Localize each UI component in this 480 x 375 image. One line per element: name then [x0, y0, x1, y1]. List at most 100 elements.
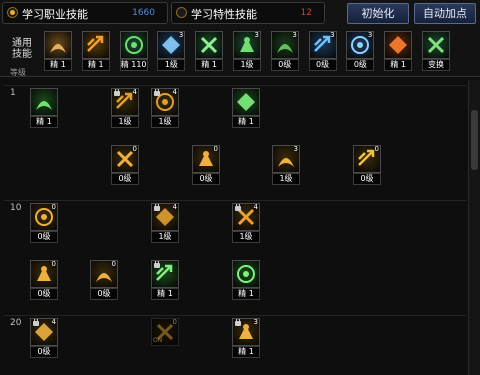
- gold-claw-icon[interactable]: 0: [30, 203, 58, 231]
- gold-wave-icon[interactable]: 3: [272, 145, 300, 173]
- gold-ring-icon[interactable]: 4: [151, 203, 179, 231]
- skill-level: 精 1: [195, 59, 224, 71]
- skill-slot[interactable]: 0 0级: [30, 260, 58, 300]
- skill-slot[interactable]: ON 0: [151, 318, 179, 358]
- skill-sp-cost: 0: [213, 145, 218, 153]
- skill-slot[interactable]: 精 1: [30, 88, 58, 128]
- lock-icon: [154, 204, 160, 211]
- skill-level: 0级: [30, 288, 58, 300]
- skill-slot[interactable]: 4 1级: [151, 203, 179, 243]
- gold-pillar-icon[interactable]: 4: [30, 318, 58, 346]
- green-aura-icon[interactable]: 3: [270, 31, 299, 59]
- reset-button[interactable]: 初始化: [347, 3, 409, 24]
- skill-slot[interactable]: 3 精 1: [232, 318, 260, 358]
- skill-level: 0级: [270, 59, 299, 71]
- skill-slot[interactable]: 0 0级: [111, 145, 139, 185]
- green-swap-icon[interactable]: [422, 31, 450, 59]
- tab-job-skills[interactable]: 学习职业技能 1660: [2, 2, 168, 24]
- skill-slot[interactable]: 3 0级: [308, 31, 337, 71]
- gold-slash-icon[interactable]: 4: [151, 88, 179, 116]
- blue-figure-icon[interactable]: 3: [346, 31, 375, 59]
- skill-level: 0级: [192, 173, 220, 185]
- green-kick-icon[interactable]: [232, 88, 260, 116]
- skill-sp-cost: 4: [253, 203, 258, 211]
- skill-level: 精 1: [30, 116, 58, 128]
- grab-hand-icon[interactable]: [30, 88, 58, 116]
- skill-slot[interactable]: 0 0级: [30, 203, 58, 243]
- skill-level: 1级: [111, 116, 139, 128]
- gold-spin-icon[interactable]: ON 0: [151, 318, 179, 346]
- skill-slot[interactable]: 0 0级: [192, 145, 220, 185]
- tab-trait-skills[interactable]: 学习特性技能 12: [171, 2, 325, 24]
- skill-tree: 1 10 20 精 1 4 1级 4 1级精 1 0 0级 0 0级 3 1级 0 0级 0 0级 4 1级 4 1…: [0, 80, 468, 375]
- skill-level: 1级: [151, 231, 179, 243]
- skill-slot[interactable]: 精 110: [119, 31, 148, 71]
- skill-slot[interactable]: 4 0级: [30, 318, 58, 358]
- skill-slot[interactable]: 4 1级: [151, 88, 179, 128]
- skill-slot[interactable]: 精 1: [151, 260, 179, 300]
- gold-flame-icon[interactable]: 4: [232, 203, 260, 231]
- skill-slot[interactable]: 精 1: [232, 260, 260, 300]
- green-runner-icon[interactable]: [195, 31, 224, 59]
- skill-level: 精 1: [44, 59, 72, 71]
- skill-sp-cost: 3: [293, 145, 298, 153]
- gold-dash-icon[interactable]: 0: [90, 260, 118, 288]
- gold-cross-shield-icon[interactable]: 0: [353, 145, 381, 173]
- fire-burst-icon[interactable]: [384, 31, 413, 59]
- blue-shield-icon[interactable]: 3: [308, 31, 337, 59]
- skill-sp-cost: 0: [51, 203, 56, 211]
- green-tree-icon[interactable]: [232, 260, 260, 288]
- radio-unselected-icon[interactable]: [176, 7, 187, 18]
- skill-level: 1级: [151, 116, 179, 128]
- skill-level: 精 1: [151, 288, 179, 300]
- skill-level: 1级: [232, 231, 260, 243]
- green-blade-icon[interactable]: [151, 260, 179, 288]
- blue-wings-icon[interactable]: 3: [157, 31, 186, 59]
- skill-slot[interactable]: 3 1级: [157, 31, 186, 71]
- skill-slot[interactable]: 4 1级: [111, 88, 139, 128]
- radio-selected-icon[interactable]: [7, 7, 18, 18]
- skill-sp-cost: 0: [172, 318, 177, 326]
- skill-slot[interactable]: 4 1级: [232, 203, 260, 243]
- flame-figure-icon[interactable]: [81, 31, 110, 59]
- skill-slot[interactable]: 精 1: [195, 31, 224, 71]
- skill-level: 0级: [30, 346, 58, 358]
- skill-level: 精 1: [81, 59, 110, 71]
- skill-slot[interactable]: 0 0级: [353, 145, 381, 185]
- skill-level: 0级: [346, 59, 375, 71]
- skill-level: 1级: [157, 59, 186, 71]
- skill-slot[interactable]: 精 1: [81, 31, 110, 71]
- skill-slot[interactable]: 0 0级: [90, 260, 118, 300]
- skill-slot[interactable]: 变换: [422, 31, 450, 71]
- scrollbar[interactable]: [468, 80, 480, 375]
- skill-slot[interactable]: 3 1级: [233, 31, 261, 71]
- skill-slot[interactable]: 精 1: [232, 88, 260, 128]
- lock-icon: [154, 261, 160, 268]
- green-arrows-icon[interactable]: [119, 31, 148, 59]
- skill-sp-cost: 0: [132, 145, 137, 153]
- skill-level: 0级: [90, 288, 118, 300]
- skill-level: 0级: [30, 231, 58, 243]
- tab-label: 学习职业技能: [22, 8, 88, 21]
- scroll-thumb[interactable]: [471, 110, 478, 170]
- gold-figure-icon[interactable]: 3: [232, 318, 260, 346]
- green-target-icon[interactable]: 3: [233, 31, 261, 59]
- gold-burst-icon[interactable]: 0: [111, 145, 139, 173]
- skill-sp-cost: 4: [132, 88, 137, 96]
- gold-arrows-icon[interactable]: 0: [192, 145, 220, 173]
- divider: [4, 85, 466, 86]
- skill-slot[interactable]: 精 1: [384, 31, 413, 71]
- skill-slot[interactable]: 3 1级: [272, 145, 300, 185]
- sitting-figure-icon[interactable]: [44, 31, 72, 59]
- gold-figure-icon[interactable]: 4: [111, 88, 139, 116]
- skill-slot[interactable]: 3 0级: [346, 31, 375, 71]
- skill-slot[interactable]: 3 0级: [270, 31, 299, 71]
- gold-spread-icon[interactable]: 0: [30, 260, 58, 288]
- level-header: 等级: [10, 68, 26, 77]
- skill-slot[interactable]: 精 1: [44, 31, 72, 71]
- lock-icon: [154, 89, 160, 96]
- skill-level: 精 1: [232, 288, 260, 300]
- level-mark: 1: [10, 88, 16, 98]
- general-skills-panel: 通用技能 等级 精 1精 1精 110 3 1级精 1 3 1级 3 0级 3 0级 3 0级精 1…: [0, 28, 480, 77]
- auto-assign-button[interactable]: 自动加点: [414, 3, 476, 24]
